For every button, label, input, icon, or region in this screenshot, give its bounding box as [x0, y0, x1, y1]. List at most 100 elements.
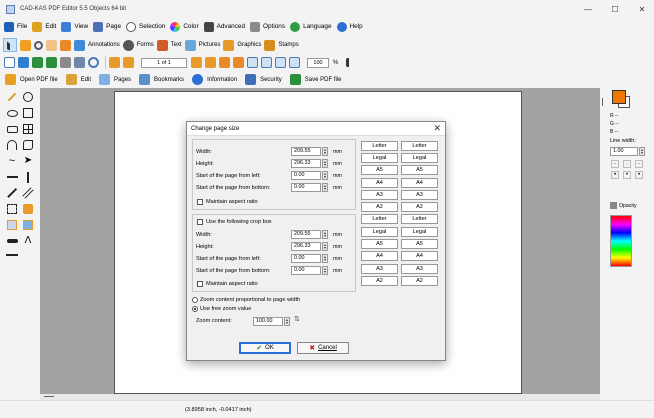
pencil-tool[interactable] — [5, 90, 19, 104]
fit-page-button[interactable] — [247, 56, 258, 70]
crop-preset-letter-button[interactable]: Letter — [361, 214, 398, 224]
fill-tool[interactable] — [21, 202, 35, 216]
line-tool[interactable] — [5, 170, 19, 184]
crop-left-input[interactable]: 0.00 — [291, 254, 321, 263]
ellipse-tool[interactable] — [5, 106, 19, 120]
new-button[interactable] — [4, 56, 15, 70]
menu-view[interactable]: View — [61, 19, 88, 34]
crop-preset-a4-landscape-button[interactable]: A4 — [401, 251, 438, 261]
preset-a5-button[interactable]: A5 — [361, 165, 398, 175]
crop-height-spinner[interactable] — [322, 242, 328, 251]
menu-edit[interactable]: Edit — [32, 19, 56, 34]
crop-height-input[interactable]: 296.33 — [291, 242, 321, 251]
use-crop-box-checkbox[interactable] — [197, 219, 203, 225]
save-as-button[interactable] — [46, 56, 57, 70]
line-width-field[interactable]: 1.00 — [610, 147, 638, 156]
line-cap-square-button[interactable]: • — [623, 171, 631, 179]
diagonal-line-tool[interactable] — [5, 186, 19, 200]
menu-options[interactable]: Options — [250, 19, 285, 34]
text-button[interactable]: Text — [156, 38, 182, 52]
menu-help[interactable]: Help — [336, 19, 363, 34]
zoom-proportional-radio[interactable] — [192, 297, 198, 303]
width-input[interactable]: 209.55 — [291, 147, 321, 156]
preset-a4-landscape-button[interactable]: A4 — [401, 178, 438, 188]
menu-file[interactable]: File — [4, 19, 27, 34]
cancel-button[interactable]: ✖ Cancel — [297, 342, 349, 354]
preset-letter-button[interactable]: Letter — [361, 141, 398, 151]
fill-color-swatch[interactable] — [612, 90, 626, 104]
select-tool-button[interactable] — [3, 38, 17, 52]
print-button[interactable] — [60, 56, 71, 70]
pen-tool[interactable]: Ʌ — [21, 234, 35, 248]
crop-left-spinner[interactable] — [322, 254, 328, 263]
free-zoom-radio[interactable] — [192, 306, 198, 312]
last-page-button[interactable] — [205, 56, 216, 70]
crop-bottom-input[interactable]: 0.00 — [291, 266, 321, 275]
menu-page[interactable]: Page — [93, 19, 121, 34]
preset-letter-landscape-button[interactable]: Letter — [401, 141, 438, 151]
zoom-tool-button[interactable] — [34, 38, 43, 52]
prev-page-button[interactable] — [123, 56, 134, 70]
zoom-in-button[interactable] — [275, 56, 286, 70]
save-pdf-button[interactable]: Save PDF file — [289, 73, 341, 87]
pictures-button[interactable]: Pictures — [184, 38, 220, 52]
next-page-button[interactable] — [191, 56, 202, 70]
stamps-button[interactable]: Stamps — [264, 38, 299, 52]
height-input[interactable]: 296.33 — [291, 159, 321, 168]
crop-preset-letter-landscape-button[interactable]: Letter — [401, 214, 438, 224]
bookmarks-button[interactable]: Bookmarks — [139, 73, 184, 87]
crop-bottom-spinner[interactable] — [322, 266, 328, 275]
close-button[interactable]: ✕ — [630, 0, 654, 18]
vertical-line-tool[interactable] — [21, 170, 35, 184]
dialog-close-button[interactable]: ✕ — [433, 123, 441, 134]
forms-button[interactable]: Forms — [122, 38, 154, 52]
line-width-spinner[interactable] — [639, 147, 645, 156]
start-left-spinner[interactable] — [322, 171, 328, 180]
crop-preset-a3-button[interactable]: A3 — [361, 264, 398, 274]
crop-width-spinner[interactable] — [322, 230, 328, 239]
box-tool-button[interactable] — [20, 38, 31, 52]
crop-preset-a2-landscape-button[interactable]: A2 — [401, 276, 438, 286]
line-cap-butt-button[interactable]: • — [635, 171, 643, 179]
crop-preset-legal-button[interactable]: Legal — [361, 227, 398, 237]
security-button[interactable]: Security — [245, 73, 282, 87]
preset-a2-button[interactable]: A2 — [361, 202, 398, 212]
menu-color[interactable]: Color — [170, 19, 199, 34]
hand-tool-button[interactable] — [46, 38, 57, 52]
crop-maintain-aspect-checkbox[interactable] — [197, 281, 203, 287]
scroll-thumb[interactable] — [44, 396, 54, 397]
transform-tool[interactable] — [5, 218, 19, 232]
save-button[interactable] — [32, 56, 43, 70]
menu-language[interactable]: Language — [290, 19, 332, 34]
preset-a3-button[interactable]: A3 — [361, 190, 398, 200]
maximize-button[interactable]: ☐ — [603, 0, 627, 18]
zoom-out-button[interactable] — [289, 56, 300, 70]
crop-preset-a4-button[interactable]: A4 — [361, 251, 398, 261]
pointer-button[interactable] — [346, 56, 352, 70]
zoom-field[interactable]: 100 — [307, 57, 329, 68]
start-bottom-spinner[interactable] — [322, 183, 328, 192]
crop-preset-a5-landscape-button[interactable]: A5 — [401, 239, 438, 249]
open-button[interactable] — [18, 56, 29, 70]
line-style-dot-button[interactable]: · — [623, 160, 631, 168]
line-style-dashdot-button[interactable]: - — [635, 160, 643, 168]
line-cap-round-button[interactable]: • — [611, 171, 619, 179]
opacity-button[interactable]: Opacity — [610, 202, 637, 209]
thick-line-tool[interactable] — [5, 234, 19, 248]
menu-selection[interactable]: Selection — [126, 19, 165, 34]
crop-preset-a5-button[interactable]: A5 — [361, 239, 398, 249]
circle-tool[interactable] — [21, 90, 35, 104]
menu-advanced[interactable]: Advanced — [203, 19, 245, 34]
preset-a3-landscape-button[interactable]: A3 — [401, 190, 438, 200]
thin-line-tool[interactable] — [5, 248, 19, 262]
redo-button[interactable] — [233, 56, 244, 70]
first-page-button[interactable] — [109, 56, 120, 70]
annotations-button[interactable]: Annotations — [74, 38, 120, 52]
shape-tool-button[interactable] — [60, 38, 71, 52]
rounded-rect-tool[interactable] — [5, 122, 19, 136]
crop-width-input[interactable]: 209.55 — [291, 230, 321, 239]
wave-tool[interactable]: ~ — [5, 154, 19, 168]
start-bottom-input[interactable]: 0.00 — [291, 183, 321, 192]
table-tool[interactable] — [21, 122, 35, 136]
preset-a4-button[interactable]: A4 — [361, 178, 398, 188]
